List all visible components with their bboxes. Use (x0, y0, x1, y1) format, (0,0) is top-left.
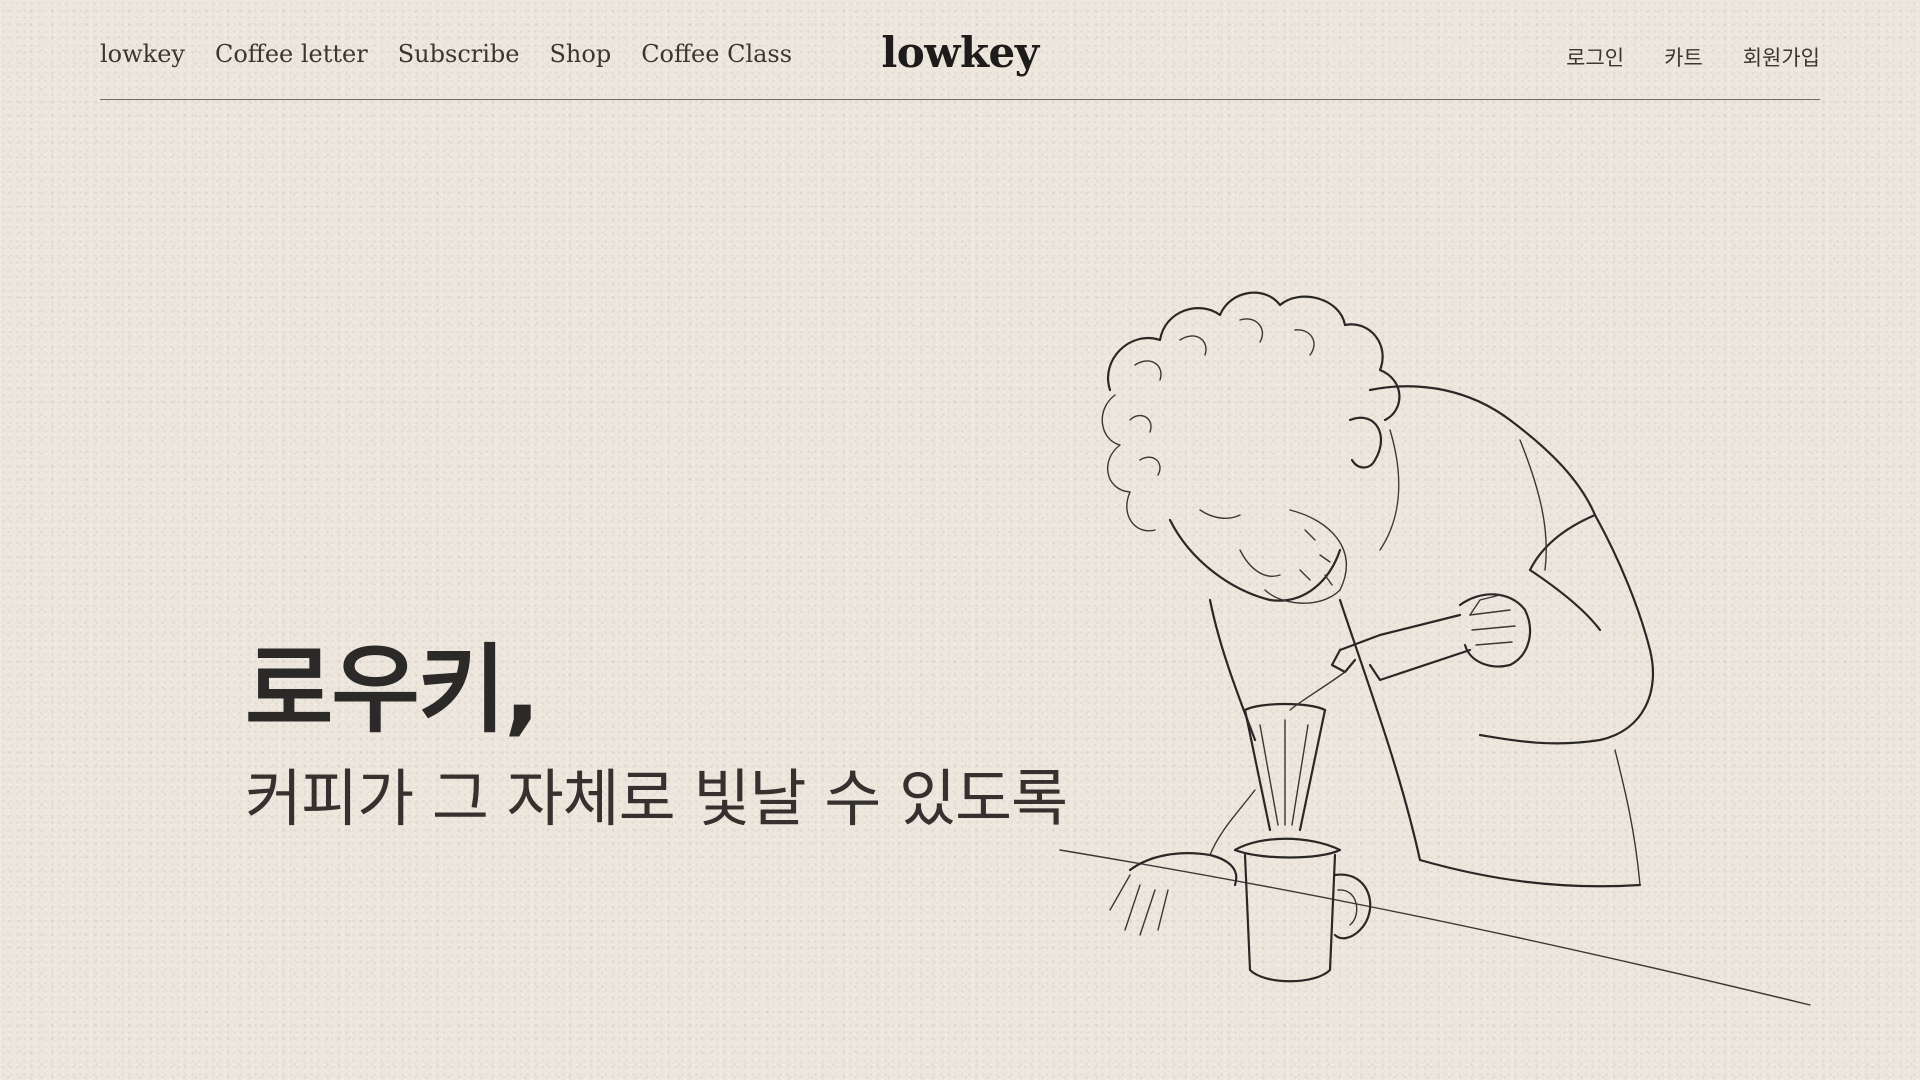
nav-item-lowkey[interactable]: lowkey (100, 40, 185, 68)
nav-item-coffee-letter[interactable]: Coffee letter (215, 40, 368, 68)
login-link[interactable]: 로그인 (1566, 42, 1624, 72)
nav-item-shop[interactable]: Shop (549, 40, 611, 68)
hero-subtitle: 커피가 그 자체로 빛날 수 있도록 (245, 762, 1068, 835)
barista-illustration (1040, 270, 1840, 1030)
signup-link[interactable]: 회원가입 (1743, 42, 1820, 72)
hero-title: 로우키, (245, 634, 540, 746)
primary-nav: lowkey Coffee letter Subscribe Shop Coff… (100, 40, 792, 68)
barista-pour-over-sketch-icon (1059, 291, 1811, 1006)
nav-item-subscribe[interactable]: Subscribe (398, 40, 520, 68)
brand-logo[interactable]: lowkey (881, 28, 1039, 77)
account-nav: 로그인 카트 회원가입 (1566, 42, 1820, 72)
site-header: lowkey Coffee letter Subscribe Shop Coff… (100, 0, 1820, 100)
nav-item-coffee-class[interactable]: Coffee Class (641, 40, 792, 68)
cart-link[interactable]: 카트 (1664, 42, 1703, 72)
